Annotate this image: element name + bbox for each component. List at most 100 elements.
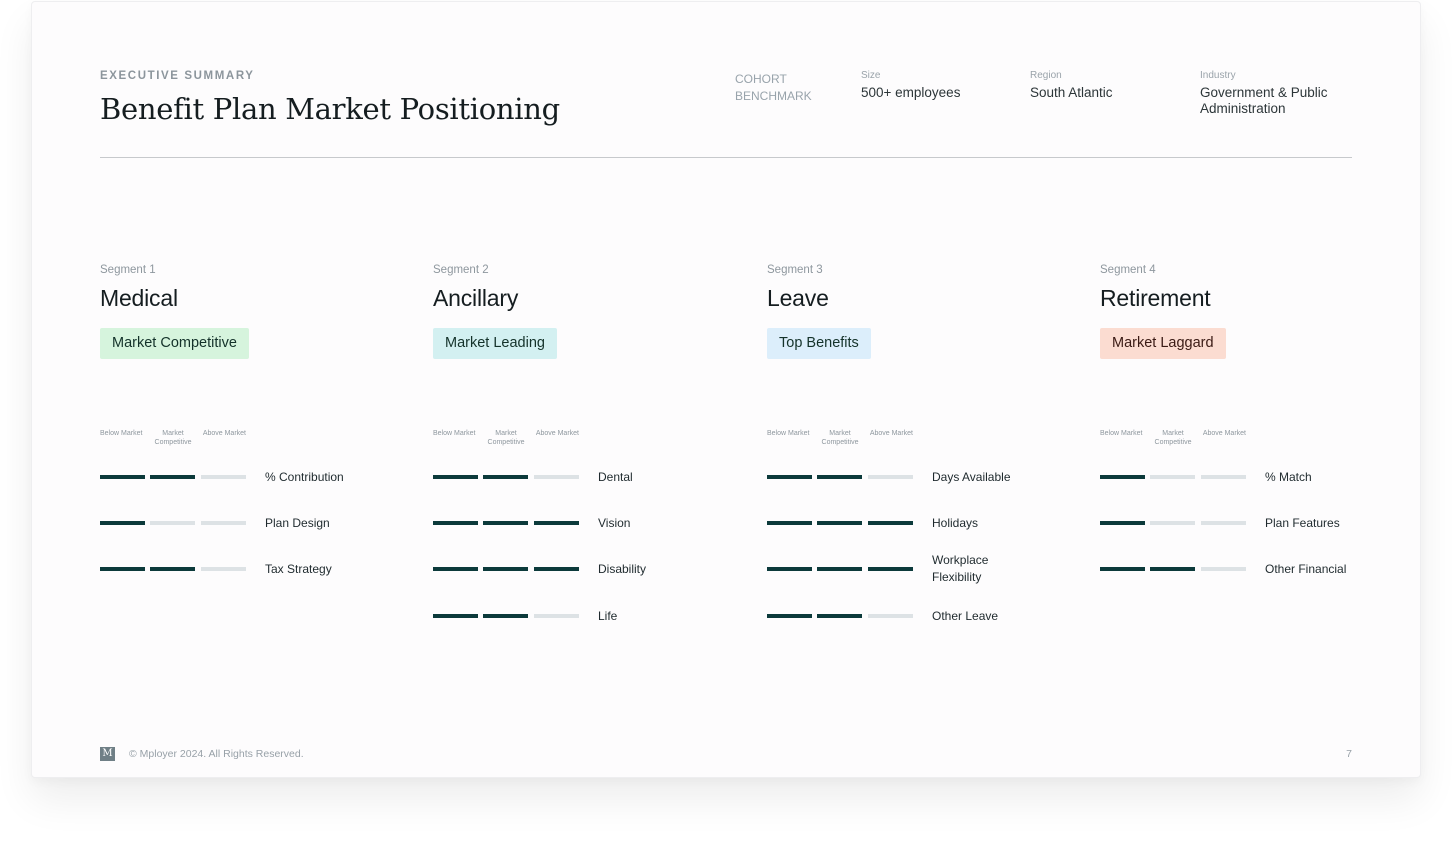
segment-4: Segment 4 Retirement Market Laggard Below M… [1100, 264, 1400, 576]
metric-label: Plan Design [265, 516, 330, 530]
level-bar [433, 567, 478, 571]
scale-below-label: Below Market [767, 430, 810, 437]
metric-row: Other Leave [767, 606, 1067, 626]
level-bar [100, 567, 145, 571]
metric-row: Dental [433, 467, 733, 487]
metric-row: Plan Features [1100, 513, 1400, 533]
meta-region-label: Region [1030, 70, 1062, 81]
level-bar [817, 521, 862, 525]
metric-row: Workplace Flexibility [767, 553, 1067, 584]
metric-label: % Contribution [265, 470, 344, 484]
level-indicator [433, 521, 579, 525]
segment-name: Retirement [1100, 285, 1211, 311]
metric-row: Disability [433, 559, 733, 579]
scale-legend: Below Market Market Competitive Above Mark… [100, 429, 246, 451]
scale-legend: Below Market Market Competitive Above Mark… [433, 429, 579, 451]
level-bar [1150, 475, 1195, 479]
metric-label: Tax Strategy [265, 562, 332, 576]
scale-above-label: Above Market [202, 430, 246, 437]
scale-above-label: Above Market [1202, 430, 1246, 437]
level-bar [767, 475, 812, 479]
scale-legend: Below Market Market Competitive Above Mark… [1100, 429, 1246, 451]
level-indicator [1100, 521, 1246, 525]
scale-below-label: Below Market [100, 430, 143, 437]
level-bar [534, 521, 579, 525]
level-bar [201, 567, 246, 571]
scale-competitive-label: Market Competitive [821, 430, 859, 446]
metric-row: % Contribution [100, 467, 400, 487]
level-indicator [767, 614, 913, 618]
slide: EXECUTIVE SUMMARY Benefit Plan Market Po… [31, 1, 1421, 778]
metric-row: % Match [1100, 467, 1400, 487]
level-bar [767, 614, 812, 618]
metric-row: Days Available [767, 467, 1067, 487]
level-bar [1201, 521, 1246, 525]
meta-size-label: Size [861, 70, 881, 81]
level-bar [433, 521, 478, 525]
level-bar [868, 521, 913, 525]
metric-label: % Match [1265, 470, 1312, 484]
eyebrow: EXECUTIVE SUMMARY [100, 70, 255, 82]
metric-label: Disability [598, 562, 647, 576]
level-bar [534, 567, 579, 571]
segment-3: Segment 3 Leave Top Benefits Below Market Ma… [767, 264, 1067, 623]
metric-row: Tax Strategy [100, 559, 400, 579]
segment-2: Segment 2 Ancillary Market Leading Below Ma… [433, 264, 733, 623]
metric-row: Life [433, 606, 733, 626]
meta-industry-label: Industry [1200, 70, 1236, 81]
level-bar [1150, 567, 1195, 571]
level-bar [201, 475, 246, 479]
metric-row: Vision [433, 513, 733, 533]
level-bar [767, 567, 812, 571]
metric-label: Workplace Flexibility [932, 553, 989, 584]
meta-region-value: South Atlantic [1030, 85, 1113, 100]
level-bar [817, 614, 862, 618]
segment-1: Segment 1 Medical Market Competitive Below … [100, 264, 400, 576]
level-bar [1150, 521, 1195, 525]
level-bar [201, 521, 246, 525]
segment-name: Ancillary [433, 285, 519, 311]
level-bar [483, 614, 528, 618]
level-indicator [767, 567, 913, 571]
header-divider [100, 157, 1352, 158]
level-bar [767, 521, 812, 525]
level-indicator [100, 567, 246, 571]
metric-label: Plan Features [1265, 516, 1340, 530]
level-indicator [433, 614, 579, 618]
mployer-logo: M [100, 747, 115, 761]
metric-label: Holidays [932, 516, 979, 530]
level-bar [150, 475, 195, 479]
meta-size: Size 500+ employees [861, 70, 960, 101]
segment-label: Segment 4 [1100, 264, 1156, 276]
level-indicator [767, 521, 913, 525]
scale-below-label: Below Market [433, 430, 476, 437]
level-bar [534, 614, 579, 618]
segment-label: Segment 2 [433, 264, 489, 276]
level-indicator [100, 521, 246, 525]
level-bar [483, 521, 528, 525]
segment-status-badge: Market Laggard [1100, 328, 1226, 359]
scale-competitive-label: Market Competitive [154, 430, 192, 446]
metric-label: Other Financial [1265, 562, 1347, 576]
level-bar [1201, 567, 1246, 571]
scale-competitive-label: Market Competitive [1154, 430, 1192, 446]
level-bar [534, 475, 579, 479]
level-indicator [1100, 567, 1246, 571]
level-indicator [433, 475, 579, 479]
metric-label: Days Available [932, 470, 1011, 484]
level-indicator [767, 475, 913, 479]
page-title: Benefit Plan Market Positioning [100, 92, 560, 126]
metric-label: Vision [598, 516, 631, 530]
segment-status-badge: Market Leading [433, 328, 557, 359]
segment-status-badge: Top Benefits [767, 328, 871, 359]
level-bar [483, 567, 528, 571]
scale-legend: Below Market Market Competitive Above Mark… [767, 429, 913, 451]
scale-competitive-label: Market Competitive [487, 430, 525, 446]
meta-size-value: 500+ employees [861, 85, 961, 100]
level-bar [1100, 475, 1145, 479]
level-bar [1100, 521, 1145, 525]
level-bar [1100, 567, 1145, 571]
level-bar [433, 475, 478, 479]
level-indicator [1100, 475, 1246, 479]
level-bar [817, 567, 862, 571]
